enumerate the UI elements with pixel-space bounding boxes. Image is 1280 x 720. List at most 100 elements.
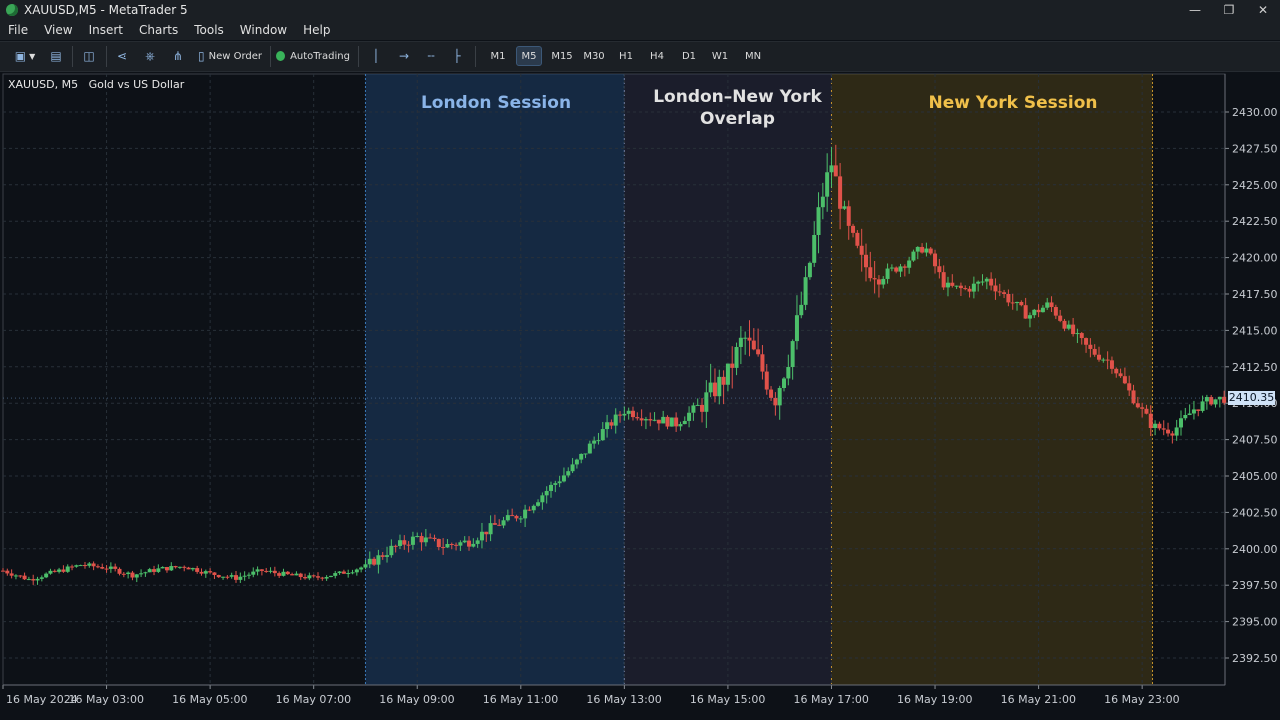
candle-body (281, 571, 286, 576)
timeframe-m1[interactable]: M1 (486, 46, 510, 66)
candle-body (574, 459, 579, 465)
candle-body (993, 285, 998, 292)
candle-body (933, 253, 938, 267)
minimize-icon[interactable]: — (1178, 0, 1212, 20)
candle-body (894, 267, 899, 272)
candle-body (1196, 409, 1201, 411)
candle-body (915, 246, 920, 252)
candle-body (13, 575, 18, 577)
candle-body (618, 414, 623, 416)
menu-tools[interactable]: Tools (186, 23, 232, 37)
candle-body (954, 285, 959, 287)
timeframe-m5[interactable]: M5 (516, 46, 542, 66)
candle-body (544, 490, 549, 496)
close-icon[interactable]: ✕ (1246, 0, 1280, 20)
candle-body (596, 440, 601, 442)
candle-body (605, 422, 610, 430)
candle-body (872, 278, 877, 280)
candle-body (1006, 293, 1011, 303)
menu-window[interactable]: Window (232, 23, 295, 37)
timeframe-mn[interactable]: MN (740, 46, 766, 66)
maximize-icon[interactable]: ❐ (1212, 0, 1246, 20)
timeframe-d1[interactable]: D1 (677, 46, 701, 66)
candle-body (587, 443, 592, 454)
candle-body (717, 376, 722, 397)
profiles-button[interactable]: ▤ (46, 46, 66, 66)
x-tick-label: 16 May 11:00 (483, 693, 558, 706)
candle-body (971, 283, 976, 292)
y-tick-label: 2400.00 (1232, 543, 1278, 556)
line-chart-button[interactable]: ⋔ (168, 46, 188, 66)
candle-body (402, 540, 407, 545)
candle-body (958, 285, 963, 289)
candle-body (501, 520, 506, 526)
candle-body (527, 509, 532, 511)
timeframe-h1[interactable]: H1 (614, 46, 638, 66)
candle-body (609, 422, 614, 426)
candle-body (190, 568, 195, 570)
new-order-icon: ▯ (197, 49, 205, 63)
london-session-label: London Session (420, 93, 572, 113)
timeframe-h4[interactable]: H4 (645, 46, 669, 66)
candle-body (648, 419, 653, 421)
candlestick-button[interactable]: ⎈ (140, 46, 160, 66)
candle-body (855, 232, 860, 246)
candle-body (1140, 407, 1145, 409)
x-tick-label: 16 May 17:00 (793, 693, 868, 706)
candle-body (661, 416, 666, 424)
candle-body (859, 245, 864, 255)
timeframe-w1[interactable]: W1 (708, 46, 732, 66)
candle-body (320, 577, 325, 579)
menu-charts[interactable]: Charts (131, 23, 186, 37)
x-tick-label: 16 May 19:00 (897, 693, 972, 706)
candle-body (622, 413, 627, 416)
candle-body (393, 545, 398, 547)
candle-body (57, 569, 62, 572)
timeframe-m15[interactable]: M15 (549, 46, 575, 66)
new-order-button[interactable]: ▯ New Order (196, 46, 264, 66)
candle-body (445, 543, 450, 548)
timeframe-m30[interactable]: M30 (581, 46, 607, 66)
price-chart[interactable]: 2392.50 2395.00 2397.50 2400.00 2402.50 2405.… (0, 72, 1280, 720)
horizontal-line-button[interactable]: → (394, 46, 414, 66)
candle-body (186, 567, 191, 570)
candle-body (833, 165, 838, 177)
bar-chart-button[interactable]: ⋖ (112, 46, 132, 66)
autotrading-button[interactable]: AutoTrading (276, 46, 350, 66)
candle-body (639, 418, 644, 421)
candle-body (820, 196, 825, 208)
candle-body (700, 404, 705, 412)
fibonacci-button[interactable]: ├ (447, 46, 467, 66)
candle-body (1010, 302, 1015, 304)
channel-button[interactable]: ╌ (421, 46, 441, 66)
menu-help[interactable]: Help (295, 23, 338, 37)
candle-body (130, 572, 135, 578)
candle-body (1079, 333, 1084, 339)
candle-body (997, 291, 1002, 293)
market-watch-button[interactable]: ◫ (79, 46, 99, 66)
candle-body (346, 573, 351, 575)
candle-body (760, 354, 765, 372)
candle-body (907, 260, 912, 268)
menu-file[interactable]: File (0, 23, 36, 37)
candle-body (747, 337, 752, 341)
candle-body (39, 577, 44, 579)
candle-body (328, 575, 333, 578)
candle-body (367, 558, 372, 565)
x-tick-label: 16 May 07:00 (276, 693, 351, 706)
y-tick-label: 2422.50 (1232, 215, 1278, 228)
new-chart-button[interactable]: ▣ ▼ (8, 46, 42, 66)
candle-body (307, 575, 312, 579)
menu-insert[interactable]: Insert (81, 23, 131, 37)
candle-body (846, 206, 851, 226)
candle-body (1088, 344, 1093, 349)
y-tick-label: 2402.50 (1232, 506, 1278, 519)
y-tick-label: 2417.50 (1232, 288, 1278, 301)
chart-window[interactable]: 2392.50 2395.00 2397.50 2400.00 2402.50 2405.… (0, 72, 1280, 720)
vertical-line-button[interactable]: │ (366, 46, 386, 66)
menu-view[interactable]: View (36, 23, 80, 37)
candle-body (1148, 413, 1153, 429)
candle-body (315, 576, 320, 578)
candle-body (255, 569, 260, 572)
new-york-session-label: New York Session (928, 93, 1098, 113)
